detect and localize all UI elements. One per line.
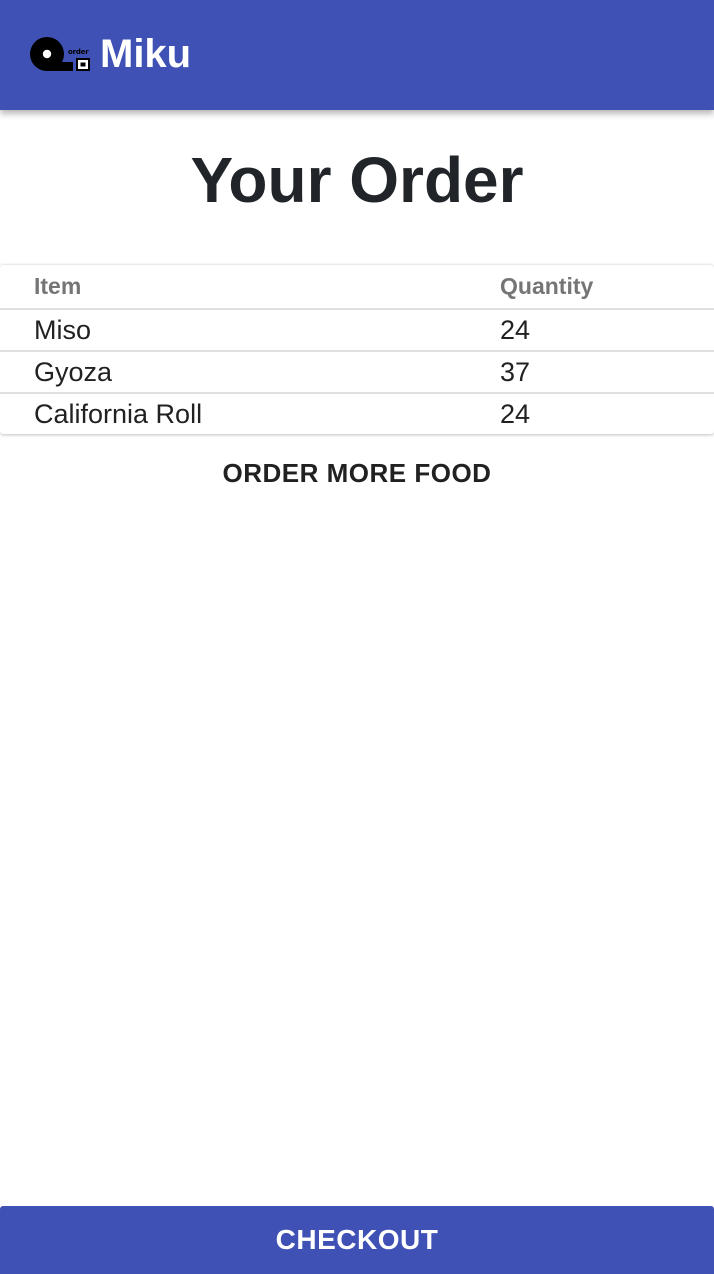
table-row: California Roll 24 (0, 393, 714, 434)
order-page: order Miku Your Order Item Quantity Miso… (0, 0, 714, 1274)
app-bar: order Miku (0, 0, 714, 110)
checkout-button[interactable]: CHECKOUT (0, 1206, 714, 1274)
item-name-cell: California Roll (34, 398, 203, 429)
quantity-cell: 24 (500, 398, 531, 429)
table-row: Gyoza 37 (0, 351, 714, 394)
column-header-quantity: Quantity (466, 265, 714, 310)
quantity-cell: 37 (466, 351, 714, 394)
table-header-row: Item Quantity (0, 265, 714, 310)
item-name-cell: Gyoza (0, 351, 466, 394)
quantity-cell: 24 (466, 309, 714, 352)
order-more-food-button[interactable]: ORDER MORE FOOD (207, 450, 507, 496)
column-header-item: Item (0, 265, 466, 310)
order-logo-icon: order (30, 36, 92, 72)
table-row: Miso 24 (0, 309, 714, 352)
logo-wordmark: order (68, 48, 89, 56)
app-title: Miku (100, 32, 192, 76)
order-table: Item Quantity Miso 24 Gyoza 37 Californi… (0, 265, 714, 434)
page-title: Your Order (190, 144, 524, 216)
item-name-cell: Miso (0, 309, 466, 352)
